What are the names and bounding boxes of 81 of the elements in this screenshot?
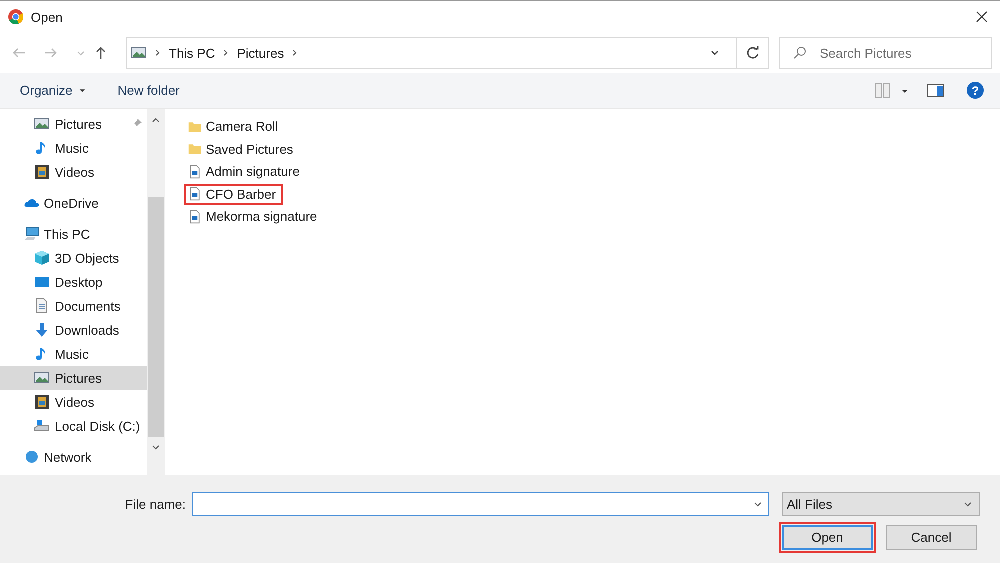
file-name: Mekorma signature — [206, 209, 318, 224]
image-file-icon — [188, 187, 202, 202]
scrollbar[interactable] — [147, 109, 165, 475]
sidebar-item-label: Local Disk (C:) — [55, 418, 140, 434]
sidebar-item-label: Music — [55, 140, 89, 156]
sidebar-item[interactable]: Desktop — [0, 270, 147, 294]
search-icon — [793, 46, 807, 60]
breadcrumb-item[interactable]: Pictures — [237, 46, 284, 60]
help-button[interactable]: ? — [967, 82, 984, 99]
toolbar-button[interactable]: New folder — [108, 79, 190, 102]
search-field[interactable]: Search Pictures — [779, 37, 992, 69]
cancel-button[interactable]: Cancel — [886, 525, 977, 550]
file-item[interactable]: Mekorma signature — [184, 206, 324, 228]
film-strip-icon — [34, 164, 50, 180]
file-item[interactable]: Saved Pictures — [184, 138, 300, 160]
sidebar-item-label: Pictures — [55, 370, 102, 386]
file-type-dropdown[interactable]: All Files — [782, 492, 980, 516]
computer-icon — [24, 226, 40, 242]
organize-menu-button[interactable]: Organize — [10, 79, 96, 102]
sidebar-item[interactable]: Network — [0, 445, 147, 469]
disk-drive-icon — [34, 418, 50, 434]
desktop-icon — [34, 274, 50, 290]
sidebar-item[interactable]: Pictures — [0, 366, 147, 390]
preview-pane-icon[interactable] — [927, 82, 945, 98]
file-item[interactable]: Admin signature — [184, 161, 307, 182]
sidebar-item-label: Documents — [55, 298, 121, 314]
file-name-field[interactable] — [192, 492, 769, 516]
folder-icon — [188, 142, 202, 156]
sidebar-item-label: Videos — [55, 394, 95, 410]
up-arrow-icon[interactable] — [94, 46, 108, 60]
address-bar[interactable]: This PC Pictures — [126, 37, 769, 69]
pictures-icon — [131, 45, 147, 61]
film-strip-icon — [34, 394, 50, 410]
sidebar-item-label: Videos — [55, 164, 95, 180]
chevron-up-icon[interactable] — [151, 117, 161, 123]
chevron-right-icon — [155, 48, 161, 58]
breadcrumb-item[interactable]: This PC — [169, 46, 216, 60]
sidebar-item-label: This PC — [44, 226, 90, 242]
sidebar-item[interactable]: Documents — [0, 294, 147, 318]
sidebar-item[interactable]: Pictures — [0, 112, 147, 136]
chevron-down-icon[interactable] — [710, 48, 720, 58]
document-icon — [34, 298, 50, 314]
file-name-label: File name: — [125, 496, 186, 512]
folder-icon — [188, 120, 202, 134]
file-name: Admin signature — [206, 164, 300, 180]
sidebar-item-label: Pictures — [55, 116, 102, 132]
down-arrow-icon — [34, 322, 50, 338]
pictures-icon — [34, 116, 50, 132]
sidebar-item[interactable]: OneDrive — [0, 191, 147, 215]
sidebar-item[interactable]: This PC — [0, 222, 147, 246]
file-item[interactable]: Camera Roll — [184, 116, 286, 138]
sidebar-item[interactable]: 3D Objects — [0, 246, 147, 270]
open-button[interactable]: Open — [779, 522, 876, 553]
cube-icon — [34, 250, 50, 266]
sidebar-item-label: 3D Objects — [55, 250, 120, 266]
sidebar-item-label: Desktop — [55, 274, 103, 290]
sidebar-item[interactable]: Local Disk (C:) — [0, 414, 147, 438]
file-name: Camera Roll — [206, 119, 278, 134]
sidebar-item[interactable]: Music — [0, 136, 147, 160]
file-name: Saved Pictures — [206, 142, 294, 157]
chevron-down-icon[interactable] — [151, 445, 161, 451]
browser-logo-icon — [8, 9, 24, 25]
refresh-icon — [746, 46, 760, 60]
sidebar-item-label: Music — [55, 346, 89, 362]
sidebar-item-label: Downloads — [55, 322, 120, 338]
image-file-icon — [188, 164, 202, 179]
caret-icon — [78, 87, 86, 94]
sidebar-item[interactable]: Downloads — [0, 318, 147, 342]
file-item[interactable]: CFO Barber — [184, 184, 284, 205]
pictures-icon — [34, 370, 50, 386]
sidebar-item-label: Network — [44, 450, 92, 464]
file-name: CFO Barber — [206, 186, 276, 202]
sidebar-item[interactable]: Videos — [0, 390, 147, 414]
close-icon[interactable] — [976, 11, 988, 23]
chevron-right-icon — [223, 48, 230, 58]
sidebar-item-label: OneDrive — [44, 196, 99, 210]
image-file-icon — [188, 210, 202, 224]
sidebar-item[interactable]: Music — [0, 342, 147, 366]
sidebar-item[interactable]: Videos — [0, 160, 147, 184]
chevron-right-icon — [292, 48, 298, 58]
window-title: Open — [31, 10, 63, 24]
